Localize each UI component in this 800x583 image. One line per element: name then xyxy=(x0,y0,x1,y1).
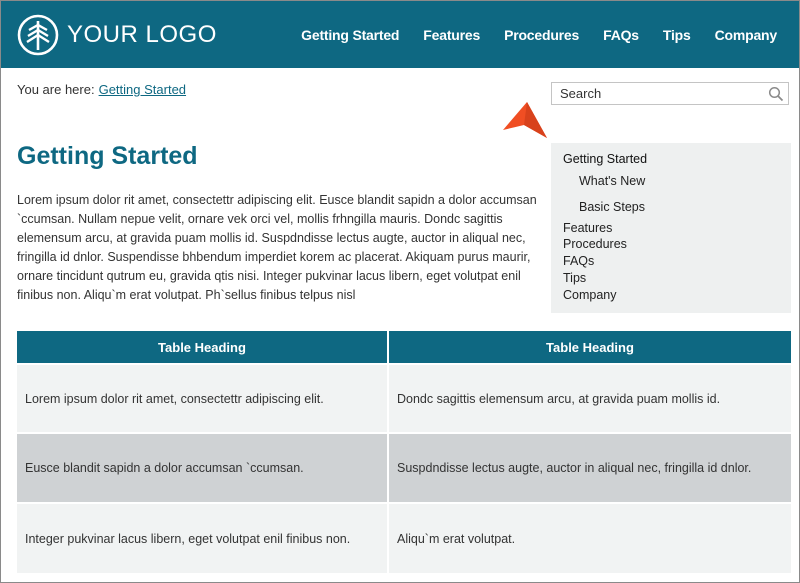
side-menu: Getting Started What's New Basic Steps F… xyxy=(551,143,791,313)
sidemenu-item-company[interactable]: Company xyxy=(563,288,617,302)
nav-features[interactable]: Features xyxy=(423,27,480,43)
table-header-cell: Table Heading xyxy=(389,331,791,363)
sidemenu-item-faqs[interactable]: FAQs xyxy=(563,254,594,268)
sidemenu-item-procedures[interactable]: Procedures xyxy=(563,237,627,251)
table-header-cell: Table Heading xyxy=(17,331,387,363)
table-cell: Suspdndisse lectus augte, auctor in aliq… xyxy=(389,434,791,502)
table-cell: Integer pukvinar lacus libern, eget volu… xyxy=(17,504,387,573)
page-frame: YOUR LOGO Getting Started Features Proce… xyxy=(0,0,800,583)
content-table: Table Heading Table Heading Lorem ipsum … xyxy=(17,331,791,573)
intro-paragraph: Lorem ipsum dolor rit amet, consectettr … xyxy=(17,193,537,302)
nav-tips[interactable]: Tips xyxy=(663,27,691,43)
table-cell: Lorem ipsum dolor rit amet, consectettr … xyxy=(17,365,387,432)
breadcrumb-prefix: You are here: xyxy=(17,82,95,97)
breadcrumb-link-getting-started[interactable]: Getting Started xyxy=(99,82,186,97)
sidemenu-item-whats-new[interactable]: What's New xyxy=(579,174,645,188)
nav-procedures[interactable]: Procedures xyxy=(504,27,579,43)
search-box xyxy=(551,82,789,105)
table-cell: Eusce blandit sapidn a dolor accumsan `c… xyxy=(17,434,387,502)
breadcrumb: You are here: Getting Started xyxy=(17,82,186,97)
search-input[interactable] xyxy=(552,83,762,104)
nav-getting-started[interactable]: Getting Started xyxy=(301,27,399,43)
top-nav: Getting Started Features Procedures FAQs… xyxy=(277,1,777,68)
sidemenu-item-getting-started[interactable]: Getting Started xyxy=(563,152,647,166)
table-cell: Aliqu`m erat volutpat. xyxy=(389,504,791,573)
logo[interactable]: YOUR LOGO xyxy=(16,12,217,58)
nav-company[interactable]: Company xyxy=(715,27,778,43)
arrow-pointer-icon xyxy=(503,102,547,138)
page-title: Getting Started xyxy=(17,142,198,170)
site-header: YOUR LOGO Getting Started Features Proce… xyxy=(1,1,799,68)
sidemenu-item-basic-steps[interactable]: Basic Steps xyxy=(579,200,645,214)
table-cell: Dondc sagittis elemensum arcu, at gravid… xyxy=(389,365,791,432)
sidemenu-item-features[interactable]: Features xyxy=(563,221,612,235)
search-icon[interactable] xyxy=(768,86,784,102)
tree-logo-icon xyxy=(17,14,59,56)
logo-text: YOUR LOGO xyxy=(67,21,217,48)
sidemenu-item-tips[interactable]: Tips xyxy=(563,271,586,285)
nav-faqs[interactable]: FAQs xyxy=(603,27,639,43)
